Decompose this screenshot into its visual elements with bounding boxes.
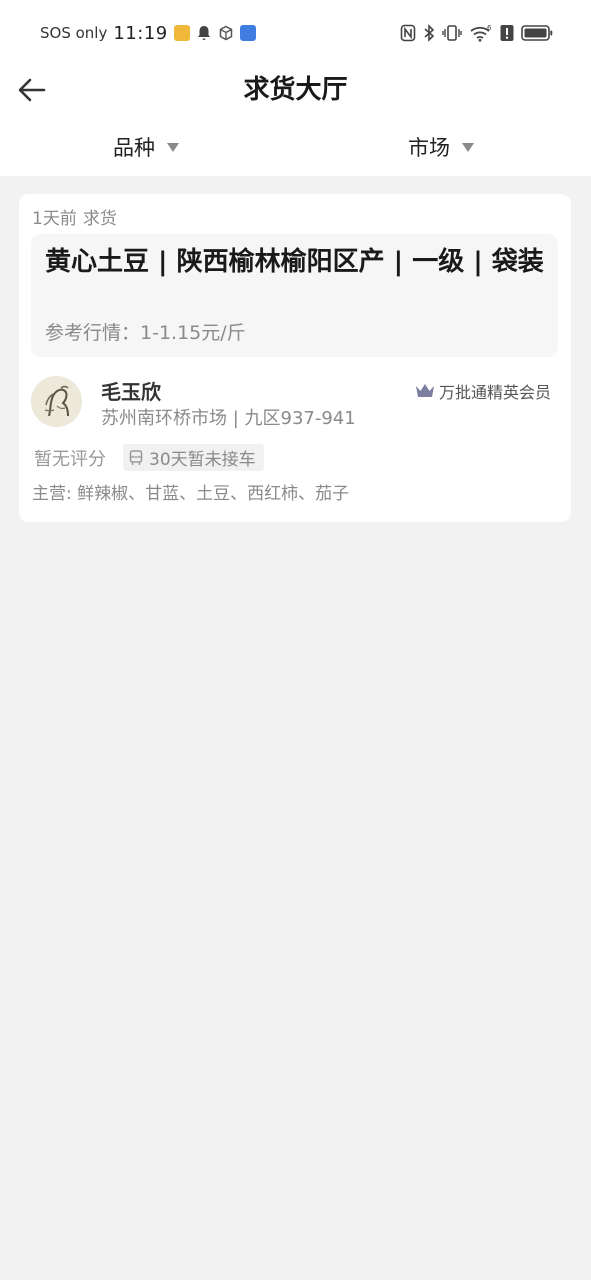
app-notification-icon	[173, 25, 190, 41]
app-bird-icon	[239, 25, 256, 41]
status-bar: SOS only 11:19 6	[0, 0, 591, 66]
filter-variety-label: 品种	[113, 136, 155, 160]
product-title: 黄心土豆 | 陕西榆林榆阳区产 | 一级 | 袋装	[45, 247, 544, 277]
rating-text: 暂无评分	[34, 449, 106, 470]
page-title: 求货大厅	[243, 75, 348, 105]
vibrate-icon	[442, 25, 462, 41]
vip-badge-label: 万批通精英会员	[438, 383, 551, 402]
reference-price: 参考行情：1-1.15元/斤	[45, 322, 246, 344]
avatar[interactable]	[31, 376, 82, 427]
filter-variety[interactable]: 品种	[113, 132, 179, 162]
pickup-tag: 30天暂未接车	[123, 444, 264, 471]
main-products: 主营: 鲜辣椒、甘蓝、土豆、西红柿、茄子	[32, 484, 350, 504]
battery-icon	[521, 25, 553, 41]
box-icon	[219, 25, 232, 41]
crown-icon	[415, 384, 434, 397]
nfc-icon	[400, 24, 416, 42]
time-ago: 1天前	[32, 209, 77, 229]
caret-down-icon	[167, 142, 179, 152]
caret-down-icon	[462, 142, 474, 152]
bell-icon	[197, 26, 210, 40]
listing-type: 求货	[82, 209, 117, 229]
alert-icon	[500, 25, 514, 41]
wifi-icon: 6	[470, 24, 492, 42]
avatar-image	[31, 376, 82, 427]
product-box[interactable]: 黄心土豆 | 陕西榆林榆阳区产 | 一级 | 袋装 参考行情：1-1.15元/斤	[31, 234, 558, 357]
filter-market-label: 市场	[408, 136, 450, 160]
pickup-tag-label: 30天暂未接车	[149, 450, 256, 470]
clock: 11:19	[113, 22, 168, 44]
seller-name: 毛玉欣	[101, 380, 161, 404]
svg-text:6: 6	[487, 24, 492, 32]
bluetooth-icon	[424, 24, 435, 42]
request-card[interactable]: 1天前 求货 黄心土豆 | 陕西榆林榆阳区产 | 一级 | 袋装 参考行情：1-…	[19, 194, 571, 522]
filter-market[interactable]: 市场	[408, 132, 474, 162]
sos-label: SOS only	[40, 24, 108, 42]
vip-badge: 万批通精英会员	[415, 379, 551, 403]
bus-icon	[129, 449, 143, 465]
card-meta: 1天前 求货	[32, 204, 117, 229]
seller-market: 苏州南环桥市场 | 九区937-941	[101, 408, 356, 429]
page-header: 求货大厅 品种 市场	[0, 66, 591, 176]
